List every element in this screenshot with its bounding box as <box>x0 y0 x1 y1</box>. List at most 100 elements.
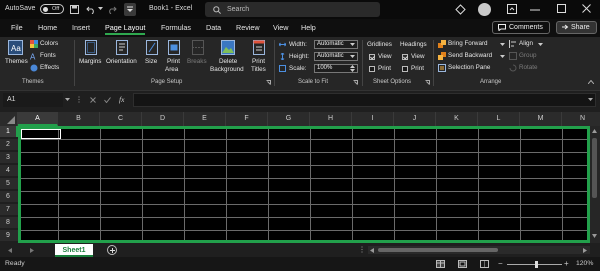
width-select[interactable]: Automatic <box>314 40 358 49</box>
scroll-right-icon[interactable] <box>583 248 587 253</box>
gridlines-print-checkbox[interactable] <box>369 66 375 72</box>
zoom-slider-thumb[interactable] <box>535 261 538 268</box>
prev-sheet-icon[interactable] <box>8 248 12 253</box>
tab-data[interactable]: Data <box>206 23 221 32</box>
avatar[interactable] <box>478 3 491 16</box>
tab-insert[interactable]: Insert <box>72 23 90 32</box>
column-header[interactable]: I <box>352 112 394 126</box>
tab-file[interactable]: File <box>11 23 23 32</box>
row-header[interactable]: 2 <box>0 139 18 150</box>
tab-page-layout[interactable]: Page Layout <box>105 23 146 35</box>
column-header[interactable]: L <box>478 112 520 126</box>
scale-spinner[interactable]: 100% <box>314 64 358 73</box>
scroll-up-icon[interactable] <box>592 129 597 133</box>
tab-formulas[interactable]: Formulas <box>161 23 191 32</box>
column-header[interactable]: H <box>310 112 352 126</box>
expand-formula-bar-icon[interactable] <box>588 98 593 101</box>
row-header[interactable]: 9 <box>0 230 18 241</box>
row-header[interactable]: 7 <box>0 204 18 215</box>
page-break-view-icon[interactable] <box>480 260 489 268</box>
margins-button[interactable]: Margins <box>79 40 103 78</box>
search-box[interactable]: Search <box>205 2 380 17</box>
gridlines-view-checkbox[interactable] <box>369 54 375 60</box>
column-header[interactable]: A <box>18 112 58 126</box>
effects-button[interactable]: Effects <box>30 64 70 73</box>
comments-button[interactable]: Comments <box>492 21 550 34</box>
print-titles-button[interactable]: Print Titles <box>249 40 269 78</box>
column-header[interactable]: C <box>100 112 142 126</box>
normal-view-icon[interactable] <box>436 260 445 268</box>
next-sheet-icon[interactable] <box>30 248 34 253</box>
diamond-icon[interactable] <box>455 4 466 15</box>
tab-help[interactable]: Help <box>301 23 316 32</box>
fonts-button[interactable]: A Fonts <box>30 52 70 61</box>
themes-button[interactable]: Aa Themes <box>5 40 28 70</box>
row-header[interactable]: 5 <box>0 178 18 189</box>
name-box-dropdown-icon[interactable] <box>65 98 70 101</box>
scroll-left-icon[interactable] <box>370 248 374 253</box>
row-header[interactable]: 3 <box>0 152 18 163</box>
headings-print-checkbox[interactable] <box>402 66 408 72</box>
zoom-out-icon[interactable]: − <box>498 259 503 268</box>
selection-pane-button[interactable]: Selection Pane <box>438 64 506 73</box>
headings-view-checkbox[interactable] <box>402 54 408 60</box>
vertical-scrollbar[interactable] <box>590 126 600 243</box>
colors-button[interactable]: Colors <box>30 40 70 49</box>
redo-icon[interactable] <box>107 5 117 14</box>
share-button[interactable]: Share <box>556 21 597 34</box>
page-setup-launcher-icon[interactable] <box>266 80 271 85</box>
autosave-toggle[interactable]: Off <box>40 4 64 14</box>
zoom-level[interactable]: 120% <box>576 260 593 267</box>
horizontal-scrollbar[interactable] <box>368 246 590 254</box>
print-area-button[interactable]: Print Area <box>165 40 183 78</box>
select-all-button[interactable] <box>0 112 18 126</box>
orientation-button[interactable]: Orientation <box>106 40 138 78</box>
customize-qat-button[interactable] <box>124 3 136 16</box>
maximize-icon[interactable] <box>557 4 566 13</box>
bring-forward-button[interactable]: Bring Forward <box>438 40 506 49</box>
formula-input[interactable] <box>133 93 596 107</box>
column-header[interactable]: B <box>58 112 100 126</box>
scroll-down-icon[interactable] <box>592 234 597 238</box>
sheet-tab-sheet1[interactable]: Sheet1 <box>55 244 93 257</box>
horizontal-scroll-thumb[interactable] <box>378 248 498 252</box>
column-header[interactable]: K <box>436 112 478 126</box>
tab-split-grip-icon[interactable] <box>361 246 363 253</box>
enter-icon[interactable] <box>104 97 111 103</box>
row-header[interactable]: 1 <box>0 126 18 137</box>
page-layout-view-icon[interactable] <box>458 260 467 268</box>
send-backward-button[interactable]: Send Backward <box>438 52 506 61</box>
align-button[interactable]: Align <box>509 40 543 49</box>
tab-review[interactable]: Review <box>236 23 260 32</box>
active-cell[interactable] <box>21 129 61 139</box>
tab-home[interactable]: Home <box>38 23 57 32</box>
sheet-options-launcher-icon[interactable] <box>425 80 430 85</box>
zoom-in-icon[interactable]: + <box>564 259 569 268</box>
column-header[interactable]: F <box>226 112 268 126</box>
save-icon[interactable] <box>70 5 79 14</box>
name-box[interactable]: A1 <box>3 93 63 107</box>
column-header[interactable]: J <box>394 112 436 126</box>
undo-icon[interactable] <box>86 5 96 14</box>
new-sheet-button[interactable] <box>107 245 117 255</box>
row-header[interactable]: 4 <box>0 165 18 176</box>
undo-dropdown-icon[interactable] <box>98 7 103 11</box>
vertical-scroll-thumb[interactable] <box>592 138 597 198</box>
close-icon[interactable] <box>582 4 591 13</box>
column-header[interactable]: M <box>520 112 562 126</box>
scale-launcher-icon[interactable] <box>353 80 358 85</box>
collapse-ribbon-icon[interactable] <box>588 80 594 84</box>
row-header[interactable]: 8 <box>0 217 18 228</box>
tab-view[interactable]: View <box>273 23 288 32</box>
row-header[interactable]: 6 <box>0 191 18 202</box>
column-header[interactable]: D <box>142 112 184 126</box>
cancel-icon[interactable] <box>90 97 96 103</box>
column-header[interactable]: N <box>562 112 600 126</box>
background-button[interactable]: Delete Background <box>209 40 247 78</box>
minimize-icon[interactable] <box>530 9 540 11</box>
column-header[interactable]: E <box>184 112 226 126</box>
height-select[interactable]: Automatic <box>314 52 358 61</box>
size-button[interactable]: Size <box>144 40 160 78</box>
ribbon-display-icon[interactable] <box>507 4 517 14</box>
column-header[interactable]: G <box>268 112 310 126</box>
